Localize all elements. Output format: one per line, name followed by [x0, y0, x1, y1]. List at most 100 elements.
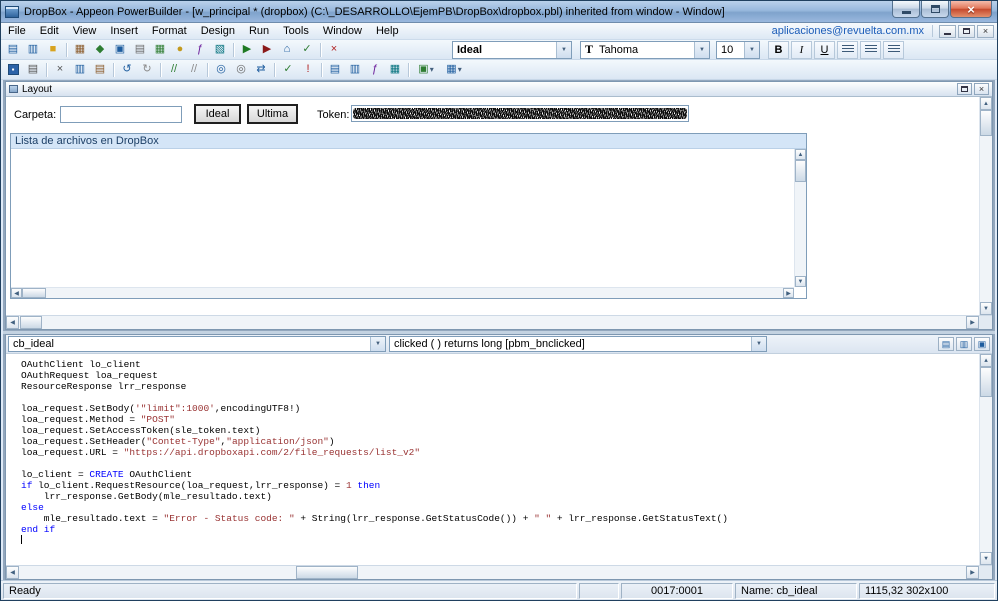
- scroll-right-icon[interactable]: ▶: [966, 566, 979, 579]
- debug-button[interactable]: ▶: [257, 41, 277, 58]
- print-button[interactable]: ▤: [23, 61, 43, 78]
- menu-tools[interactable]: Tools: [276, 24, 316, 38]
- find-button[interactable]: ◎: [211, 61, 231, 78]
- cut-button[interactable]: ×: [50, 61, 70, 78]
- view-split-button[interactable]: ▥: [956, 337, 972, 351]
- scroll-thumb[interactable]: [795, 160, 806, 182]
- titlebar[interactable]: DropBox - Appeon PowerBuilder - [w_princ…: [1, 1, 997, 23]
- menu-design[interactable]: Design: [194, 24, 242, 38]
- find-next-button[interactable]: ◎: [231, 61, 251, 78]
- menu-file[interactable]: File: [1, 24, 33, 38]
- align-center-button[interactable]: [860, 41, 881, 59]
- list-horizontal-scrollbar[interactable]: ◀ ▶: [11, 287, 794, 298]
- align-left-button[interactable]: [837, 41, 858, 59]
- mdi-close-button[interactable]: ×: [977, 25, 994, 38]
- maximize-button[interactable]: [921, 1, 949, 18]
- to-do-list-button[interactable]: ✓: [297, 41, 317, 58]
- new-button[interactable]: ▤: [3, 41, 23, 58]
- align-right-button[interactable]: [883, 41, 904, 59]
- scroll-up-icon[interactable]: ▲: [980, 97, 992, 110]
- compile-button[interactable]: ✓: [278, 61, 298, 78]
- datawindow-painter-button[interactable]: ▦: [150, 41, 170, 58]
- scroll-left-icon[interactable]: ◀: [11, 288, 22, 298]
- run-button[interactable]: ▶: [237, 41, 257, 58]
- menu-edit[interactable]: Edit: [33, 24, 66, 38]
- exit-button[interactable]: ×: [324, 41, 344, 58]
- event-list-button[interactable]: ▥: [345, 61, 365, 78]
- account-link[interactable]: aplicaciones@revuelta.com.mx: [772, 25, 924, 37]
- close-button[interactable]: ×: [950, 1, 992, 18]
- paste-button[interactable]: ▤: [90, 61, 110, 78]
- layout-titlebar[interactable]: Layout ×: [6, 82, 992, 97]
- dropbox-file-list[interactable]: Lista de archivos en DropBox ▲ ▼ ◀ ▶: [10, 133, 807, 299]
- menu-help[interactable]: Help: [369, 24, 406, 38]
- scroll-right-icon[interactable]: ▶: [783, 288, 794, 298]
- menu-painter-button[interactable]: ▤: [130, 41, 150, 58]
- goto-error-button[interactable]: !: [298, 61, 318, 78]
- code-vertical-scrollbar[interactable]: ▲ ▼: [979, 354, 992, 565]
- font-size-combo[interactable]: 10 ▼: [716, 41, 760, 59]
- scroll-thumb[interactable]: [980, 367, 992, 397]
- library-painter-button[interactable]: ▦: [70, 41, 90, 58]
- scroll-down-icon[interactable]: ▼: [980, 302, 992, 315]
- minimize-button[interactable]: [892, 1, 920, 18]
- database-painter-button[interactable]: ●: [170, 41, 190, 58]
- application-painter-button[interactable]: ◆: [90, 41, 110, 58]
- uncomment-button[interactable]: //: [184, 61, 204, 78]
- font-combo[interactable]: T Tahoma ▼: [580, 41, 710, 59]
- script-view-button[interactable]: ▤: [325, 61, 345, 78]
- structure-painter-button[interactable]: ▧: [210, 41, 230, 58]
- layout-horizontal-scrollbar[interactable]: ◀ ▶: [6, 315, 992, 329]
- save-button[interactable]: ▪: [3, 61, 23, 78]
- object-combo[interactable]: cb_ideal ▼: [8, 336, 386, 352]
- function-list-button[interactable]: ƒ: [365, 61, 385, 78]
- copy-button[interactable]: ▥: [70, 61, 90, 78]
- redo-button[interactable]: ↻: [137, 61, 157, 78]
- scroll-up-icon[interactable]: ▲: [795, 149, 806, 160]
- scroll-thumb[interactable]: [296, 566, 358, 579]
- underline-button[interactable]: U: [814, 41, 835, 59]
- window-painter-button[interactable]: ▣: [110, 41, 130, 58]
- menu-insert[interactable]: Insert: [103, 24, 145, 38]
- italic-button[interactable]: I: [791, 41, 812, 59]
- ideal-button[interactable]: Ideal: [194, 104, 241, 124]
- script-editor[interactable]: OAuthClient lo_clientOAuthRequest loa_re…: [6, 354, 992, 565]
- layout-close-button[interactable]: ×: [974, 83, 989, 95]
- menu-format[interactable]: Format: [145, 24, 194, 38]
- function-painter-button[interactable]: ƒ: [190, 41, 210, 58]
- view-grid-button[interactable]: ▣: [974, 337, 990, 351]
- panes-button[interactable]: ▦▾: [440, 61, 468, 78]
- style-combo[interactable]: Ideal ▼: [452, 41, 572, 59]
- mdi-minimize-button[interactable]: [939, 25, 956, 38]
- layout-vertical-scrollbar[interactable]: ▲ ▼: [979, 97, 992, 315]
- comment-button[interactable]: //: [164, 61, 184, 78]
- scroll-thumb[interactable]: [980, 110, 992, 136]
- carpeta-input[interactable]: [60, 106, 182, 123]
- scroll-right-icon[interactable]: ▶: [966, 316, 979, 329]
- token-field[interactable]: [351, 105, 689, 122]
- replace-button[interactable]: ⇄: [251, 61, 271, 78]
- scroll-down-icon[interactable]: ▼: [795, 276, 806, 287]
- browser-button[interactable]: ⌂: [277, 41, 297, 58]
- layout-maximize-button[interactable]: [957, 83, 972, 95]
- event-combo[interactable]: clicked ( ) returns long [pbm_bnclicked]…: [389, 336, 767, 352]
- undo-button[interactable]: ↺: [117, 61, 137, 78]
- list-vertical-scrollbar[interactable]: ▲ ▼: [794, 149, 806, 287]
- menu-run[interactable]: Run: [242, 24, 276, 38]
- menu-view[interactable]: View: [66, 24, 104, 38]
- inherit-button[interactable]: ▥: [23, 41, 43, 58]
- scroll-thumb[interactable]: [20, 316, 42, 329]
- window-preview-button[interactable]: ▣▾: [412, 61, 440, 78]
- declare-view-button[interactable]: ▦: [385, 61, 405, 78]
- mdi-restore-button[interactable]: [958, 25, 975, 38]
- scroll-up-icon[interactable]: ▲: [980, 354, 992, 367]
- ultima-button[interactable]: Ultima: [247, 104, 298, 124]
- layout-design-canvas[interactable]: Carpeta: Ideal Ultima Token: Lista de ar…: [6, 97, 992, 315]
- open-button[interactable]: ■: [43, 41, 63, 58]
- scroll-down-icon[interactable]: ▼: [980, 552, 992, 565]
- scroll-left-icon[interactable]: ◀: [6, 566, 19, 579]
- code-horizontal-scrollbar[interactable]: ◀ ▶: [6, 565, 992, 579]
- view-source-button[interactable]: ▤: [938, 337, 954, 351]
- scroll-thumb[interactable]: [22, 288, 46, 298]
- menu-window[interactable]: Window: [316, 24, 369, 38]
